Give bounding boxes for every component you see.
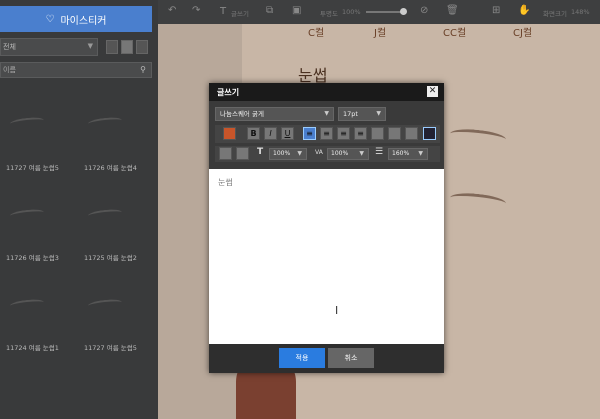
search-input[interactable]: 이름 ⚲ (0, 62, 152, 78)
background-toggle-button[interactable] (423, 127, 436, 140)
apply-button[interactable]: 적용 (279, 348, 325, 368)
chevron-down-icon: ▼ (297, 150, 302, 157)
line-height-icon: ☰ (375, 147, 384, 157)
cancel-button[interactable]: 취소 (328, 348, 374, 368)
sticker-item[interactable] (9, 116, 45, 128)
chevron-down-icon: ▼ (87, 42, 93, 50)
canvas-text-cup[interactable]: C컬 (308, 24, 324, 39)
opacity-slider-knob[interactable] (400, 8, 407, 15)
text-cursor-icon: I (335, 304, 339, 317)
char-width-value: 100% (273, 150, 291, 157)
trash-icon[interactable]: 🗑 (446, 5, 459, 16)
eyebrow-thumbnail (9, 116, 45, 128)
letter-spacing-value: 100% (331, 150, 349, 157)
search-icon[interactable]: ⚲ (140, 65, 146, 74)
italic-button[interactable]: I (264, 127, 277, 140)
sticker-label: 11726 여름 눈썹3 (6, 254, 59, 262)
sidebar: ♡ 마이스티커 전체 ▼ 이름 ⚲ 11727 여름 눈썹5 11726 여름 … (0, 0, 158, 419)
sticker-item[interactable] (87, 116, 123, 128)
opacity-value: 100% (342, 8, 361, 16)
zoom-value: 148% (571, 8, 590, 16)
hand-icon[interactable]: ✋ (518, 5, 530, 16)
font-size-value: 17pt (343, 110, 358, 118)
justify-button[interactable]: ≡ (354, 127, 367, 140)
sticker-item[interactable] (87, 208, 123, 220)
grid-icon[interactable]: ⊞ (492, 5, 500, 16)
font-family-select[interactable]: 나눔스퀘어 굵게 ▼ (215, 107, 334, 121)
font-size-select[interactable]: 17pt ▼ (338, 107, 386, 121)
bold-button[interactable]: B (247, 127, 260, 140)
char-width-select[interactable]: 100% ▼ (269, 148, 307, 160)
sticker-item[interactable] (87, 298, 123, 310)
sticker-label: 11727 여름 눈썹5 (6, 164, 59, 172)
search-placeholder: 이름 (3, 66, 16, 74)
font-family-value: 나눔스퀘어 굵게 (220, 110, 264, 118)
list-view-button[interactable] (106, 40, 118, 54)
char-width-icon: T (257, 147, 264, 157)
text-tool-label[interactable]: 글쓰기 (231, 8, 249, 18)
chevron-down-icon: ▼ (359, 150, 364, 157)
redo-icon[interactable]: ↷ (192, 5, 200, 16)
line-height-select[interactable]: 160% ▼ (388, 148, 428, 160)
letter-spacing-icon: VA (315, 149, 323, 156)
chevron-down-icon: ▼ (376, 110, 381, 117)
sticker-label: 11724 여름 눈썹1 (6, 344, 59, 352)
outline-button[interactable] (236, 147, 249, 160)
canvas-text-cup[interactable]: J컬 (374, 24, 386, 39)
sticker-label: 11725 여름 눈썹2 (84, 254, 137, 262)
view-toggle (106, 40, 148, 54)
undo-icon[interactable]: ↶ (168, 5, 176, 16)
sticker-item[interactable] (9, 208, 45, 220)
eyebrow-thumbnail (87, 208, 123, 220)
heart-icon: ♡ (45, 13, 55, 25)
mysticker-button[interactable]: ♡ 마이스티커 (0, 6, 152, 32)
line-height-value: 160% (392, 150, 410, 157)
category-value: 전체 (3, 43, 16, 51)
text-content[interactable]: 눈썹 (218, 177, 233, 188)
dialog-header (209, 83, 444, 101)
underline-button[interactable]: U (281, 127, 294, 140)
opacity-label: 투명도 (320, 10, 338, 18)
sticker-label: 11726 여름 눈썹4 (84, 164, 137, 172)
copy-icon[interactable]: ⧉ (266, 5, 273, 16)
reset-icon[interactable]: ⊘ (420, 5, 428, 16)
align-right-button[interactable]: ≡ (337, 127, 350, 140)
close-button[interactable]: ✕ (427, 86, 438, 97)
chevron-down-icon: ▼ (324, 110, 329, 117)
category-select[interactable]: 전체 ▼ (0, 38, 98, 56)
align-left-button[interactable]: ≡ (303, 127, 316, 140)
eyebrow-thumbnail (9, 208, 45, 220)
shadow-button[interactable] (219, 147, 232, 160)
format-toolbar: B I U ≡ ≡ ≡ ≡ (215, 125, 440, 143)
letter-spacing-select[interactable]: 100% ▼ (327, 148, 369, 160)
text-dialog: 글쓰기 ✕ 나눔스퀘어 굵게 ▼ 17pt ▼ B I U ≡ ≡ ≡ ≡ T … (209, 83, 444, 373)
chevron-down-icon: ▼ (418, 150, 423, 157)
spacing-toolbar: T 100% ▼ VA 100% ▼ ☰ 160% ▼ (215, 146, 440, 162)
large-view-button[interactable] (136, 40, 148, 54)
mysticker-label: 마이스티커 (60, 15, 107, 27)
sticker-item[interactable] (9, 298, 45, 310)
align-center-button[interactable]: ≡ (320, 127, 333, 140)
zoom-label: 화면크기 (543, 10, 567, 18)
text-color-button[interactable] (223, 127, 236, 140)
eyebrow-thumbnail (9, 298, 45, 310)
eyebrow-thumbnail (87, 298, 123, 310)
layer-icon[interactable]: ▣ (292, 5, 301, 16)
valign-bottom-button[interactable] (405, 127, 418, 140)
valign-middle-button[interactable] (388, 127, 401, 140)
dialog-title: 글쓰기 (217, 88, 240, 97)
valign-top-button[interactable] (371, 127, 384, 140)
sticker-label: 11727 여름 눈썹5 (84, 344, 137, 352)
grid-view-button[interactable] (121, 40, 133, 54)
dialog-footer: 적용 취소 (209, 344, 444, 373)
text-input-area[interactable]: 눈썹 I (209, 169, 444, 344)
eyebrow-thumbnail (87, 116, 123, 128)
text-tool-icon[interactable]: T (220, 6, 226, 17)
canvas-text-cup[interactable]: CC컬 (443, 24, 466, 39)
canvas-text-cup[interactable]: CJ컬 (513, 24, 532, 39)
close-icon: ✕ (428, 86, 437, 96)
